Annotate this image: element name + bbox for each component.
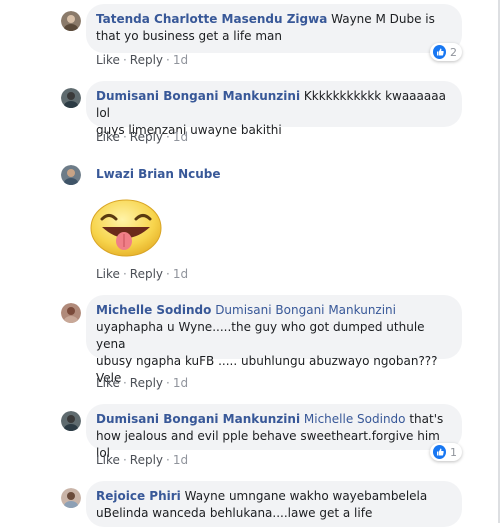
reaction-count[interactable]: 2 bbox=[430, 43, 462, 61]
like-reaction-icon bbox=[433, 445, 446, 459]
like-link[interactable]: Like bbox=[96, 376, 120, 390]
avatar[interactable] bbox=[61, 411, 81, 431]
comment-author[interactable]: Dumisani Bongani Mankunzini bbox=[96, 89, 300, 103]
comment-bubble: Dumisani Bongani Mankunzini Kkkkkkkkkkk … bbox=[86, 81, 462, 137]
comment-actions: Like · Reply · 1d bbox=[96, 267, 191, 281]
reaction-number: 1 bbox=[450, 445, 457, 459]
reply-link[interactable]: Reply bbox=[130, 267, 163, 281]
comment-text-line2: ubusy ngapha kuFB ..... ubuhlungu abuzwa… bbox=[96, 354, 438, 368]
avatar[interactable] bbox=[61, 88, 81, 108]
separator: · bbox=[166, 453, 170, 467]
comment-header: Lwazi Brian Ncube bbox=[96, 166, 221, 183]
timestamp[interactable]: 1d bbox=[173, 376, 188, 390]
separator: · bbox=[122, 267, 127, 281]
comment-author[interactable]: Tatenda Charlotte Masendu Zigwa bbox=[96, 12, 327, 26]
comment-author[interactable]: Dumisani Bongani Mankunzini bbox=[96, 412, 300, 426]
avatar[interactable] bbox=[61, 11, 81, 31]
comment-text-line2: uBelinda wanceda behlukana....lawe get a… bbox=[96, 506, 373, 520]
comment-author[interactable]: Rejoice Phiri bbox=[96, 489, 181, 503]
comment-text-line1: uyaphapha u Wyne.....the guy who got dum… bbox=[96, 320, 425, 351]
reply-link[interactable]: Reply bbox=[130, 453, 163, 467]
comment-author[interactable]: Lwazi Brian Ncube bbox=[96, 167, 221, 181]
comment-bubble: Tatenda Charlotte Masendu Zigwa Wayne M … bbox=[86, 4, 462, 53]
like-link[interactable]: Like bbox=[96, 267, 120, 281]
reply-link[interactable]: Reply bbox=[130, 53, 163, 67]
comment-bubble: Rejoice Phiri Wayne umngane wakho wayeba… bbox=[86, 481, 462, 527]
separator: · bbox=[122, 130, 127, 144]
avatar[interactable] bbox=[61, 488, 81, 508]
separator: · bbox=[166, 267, 170, 281]
separator: · bbox=[166, 53, 170, 67]
comment-actions: Like · Reply · 1d bbox=[96, 376, 191, 390]
timestamp[interactable]: 1d bbox=[173, 53, 188, 67]
comment-actions: Like · Reply · 1d bbox=[96, 53, 191, 67]
separator: · bbox=[166, 376, 170, 390]
avatar[interactable] bbox=[61, 165, 81, 185]
mention-link[interactable]: Dumisani Bongani Mankunzini bbox=[215, 303, 396, 317]
timestamp[interactable]: 1d bbox=[173, 453, 188, 467]
mention-link[interactable]: Michelle Sodindo bbox=[304, 412, 406, 426]
timestamp[interactable]: 1d bbox=[173, 267, 188, 281]
comment-bubble: Michelle Sodindo Dumisani Bongani Mankun… bbox=[86, 295, 462, 385]
like-link[interactable]: Like bbox=[96, 453, 120, 467]
reply-link[interactable]: Reply bbox=[130, 130, 163, 144]
like-link[interactable]: Like bbox=[96, 53, 120, 67]
like-link[interactable]: Like bbox=[96, 130, 120, 144]
separator: · bbox=[122, 53, 127, 67]
separator: · bbox=[122, 453, 127, 467]
comment-text: Wayne umngane wakho wayebambelela bbox=[184, 489, 428, 503]
tongue-out-emoji bbox=[88, 197, 164, 257]
comment-text: that's bbox=[409, 412, 444, 426]
avatar[interactable] bbox=[61, 303, 81, 323]
reaction-number: 2 bbox=[450, 45, 457, 59]
timestamp[interactable]: 1d bbox=[173, 130, 188, 144]
separator: · bbox=[166, 130, 170, 144]
like-reaction-icon bbox=[433, 45, 446, 59]
comment-author[interactable]: Michelle Sodindo bbox=[96, 303, 211, 317]
comment-actions: Like · Reply · 1d bbox=[96, 130, 191, 144]
comment-bubble: Dumisani Bongani Mankunzini Michelle Sod… bbox=[86, 404, 462, 460]
separator: · bbox=[122, 376, 127, 390]
comment-actions: Like · Reply · 1d bbox=[96, 453, 191, 467]
reaction-count[interactable]: 1 bbox=[430, 443, 462, 461]
reply-link[interactable]: Reply bbox=[130, 376, 163, 390]
